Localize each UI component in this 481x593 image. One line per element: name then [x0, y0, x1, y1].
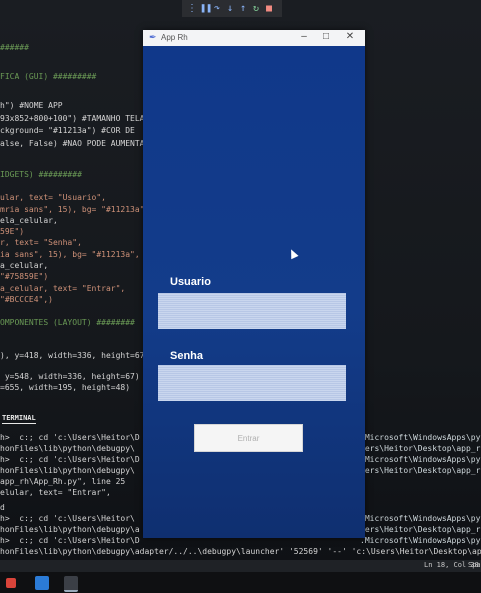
code-line: 59E")	[0, 227, 25, 236]
terminal-line: sers\Heitor\Desktop\app_rh	[360, 444, 481, 453]
terminal-line: h> c:; cd 'c:\Users\Heitor\D	[0, 433, 140, 442]
terminal-line: d	[0, 503, 5, 512]
code-line: ), y=418, width=336, height=67	[0, 351, 145, 360]
restart-icon[interactable]: ↻	[252, 3, 260, 14]
stop-icon[interactable]: ■	[265, 3, 273, 14]
close-icon[interactable]: ✕	[343, 31, 357, 42]
terminal-line: h> c:; cd 'c:\Users\Heitor\D	[0, 455, 140, 464]
terminal-line: elular, text= "Entrar",	[0, 488, 111, 497]
code-line: FICA (GUI) #########	[0, 72, 97, 81]
code-line: h") #NOME APP	[0, 101, 63, 110]
feather-icon: ✒	[149, 32, 157, 42]
terminal-line: .Microsoft\WindowsApps\pyth	[360, 514, 481, 523]
terminal-line: h> c:; cd 'c:\Users\Heitor\	[0, 514, 135, 523]
terminal-line: honFiles\lib\python\debugpy\	[0, 444, 135, 453]
code-line: ######	[0, 43, 29, 52]
code-line: r, text= "Senha",	[0, 238, 82, 247]
status-bar: Ln 18, Col 38 Spa	[0, 560, 481, 572]
terminal-line: .Microsoft\WindowsApps\pyth	[360, 433, 481, 442]
code-line: a_celular,	[0, 261, 49, 270]
pause-icon[interactable]: ❚❚	[200, 3, 212, 14]
step-into-icon[interactable]: ↓	[226, 3, 234, 14]
terminal-line: h> c:; cd 'c:\Users\Heitor\D	[0, 536, 140, 545]
terminal-line: honFiles\lib\python\debugpy\adapter/../.…	[0, 547, 481, 556]
maximize-icon[interactable]: □	[319, 31, 333, 42]
terminal-line: app_rh\App_Rh.py", line 25	[0, 477, 126, 486]
password-field[interactable]	[158, 365, 346, 401]
terminal-line: sers\Heitor\Desktop\app_rh	[360, 466, 481, 475]
enter-button[interactable]: Entrar	[194, 424, 303, 452]
terminal-line: sers\Heitor\Desktop\app_rh	[360, 525, 481, 534]
code-line: ela_celular,	[0, 216, 58, 225]
indent-setting[interactable]: Spa	[468, 561, 481, 569]
code-line: 93x852+800+100") #TAMANHO TELA	[0, 114, 145, 123]
code-line: mria sans", 15), bg= "#11213a"	[0, 205, 145, 214]
username-field[interactable]	[158, 293, 346, 329]
code-line: "#75859E")	[0, 272, 49, 281]
code-line: =655, width=195, height=48)	[0, 383, 131, 392]
terminal-line: honFiles\lib\python\debugpy\	[0, 466, 135, 475]
taskbar	[0, 572, 481, 593]
code-line: "#BCCCE4",)	[0, 295, 53, 304]
vscode-icon[interactable]	[35, 576, 49, 590]
window-icon[interactable]	[64, 576, 78, 592]
terminal-line: .Microsoft\WindowsApps\pyth	[360, 536, 481, 545]
drag-handle-icon[interactable]: ⋮	[187, 3, 197, 14]
window-title: App Rh	[161, 33, 188, 42]
code-line: y=548, width=336, height=67)	[0, 372, 140, 381]
app-window: ✒ App Rh – □ ✕ Usuario Senha Entrar	[143, 30, 365, 538]
code-line: ckground= "#11213a") #COR DE	[0, 126, 135, 135]
step-over-icon[interactable]: ↷	[213, 3, 221, 14]
code-line: a_celular, text= "Entrar",	[0, 284, 126, 293]
username-label: Usuario	[170, 276, 211, 288]
window-titlebar[interactable]: ✒ App Rh – □ ✕	[143, 30, 365, 46]
terminal-line: .Microsoft\WindowsApps\pyth	[360, 455, 481, 464]
step-out-icon[interactable]: ↑	[239, 3, 247, 14]
code-line: ular, text= "Usuario",	[0, 193, 106, 202]
password-label: Senha	[170, 350, 204, 362]
terminal-line: honFiles\lib\python\debugpy\a	[0, 525, 140, 534]
debug-toolbar: ⋮ ❚❚ ↷ ↓ ↑ ↻ ■	[182, 0, 282, 17]
tab-terminal[interactable]: TERMINAL	[2, 414, 36, 424]
code-line: OMPONENTES (LAYOUT) ########	[0, 318, 135, 327]
code-line: ia sans", 15), bg= "#11213a",	[0, 250, 140, 259]
code-line: alse, False) #NAO PODE AUMENTAR	[0, 139, 150, 148]
minimize-icon[interactable]: –	[297, 31, 311, 42]
code-line: IDGETS) #########	[0, 170, 82, 179]
app-icon[interactable]	[6, 578, 16, 588]
